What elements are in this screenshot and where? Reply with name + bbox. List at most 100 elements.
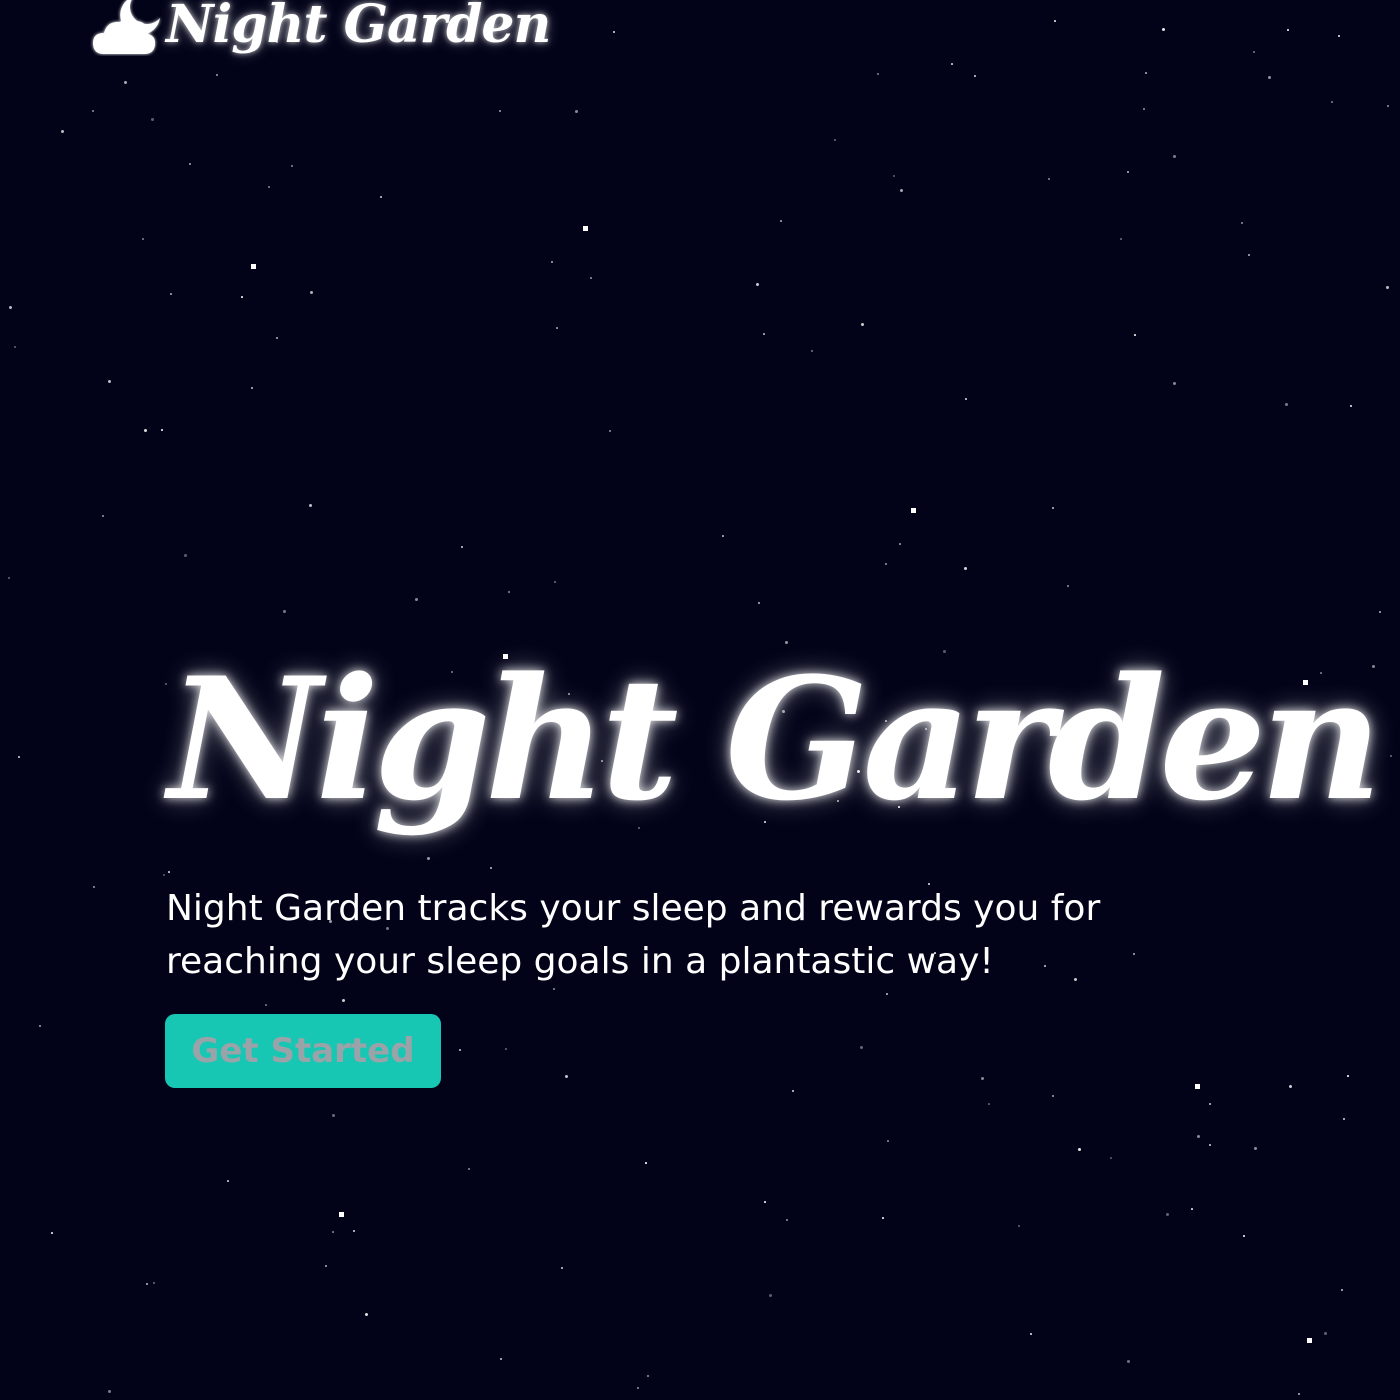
star: [1243, 1235, 1245, 1237]
brand-logo[interactable]: Night Garden: [90, 0, 551, 56]
star: [490, 867, 492, 869]
star: [1054, 20, 1056, 22]
landing-page: Night Garden Night Garden Night Garden t…: [0, 0, 1400, 1400]
star: [1298, 1393, 1300, 1395]
star: [556, 327, 558, 329]
star: [380, 196, 382, 198]
star: [637, 1387, 639, 1389]
star: [1285, 403, 1288, 406]
star: [124, 81, 127, 84]
star: [283, 610, 286, 613]
star: [877, 73, 879, 75]
star: [339, 1212, 344, 1217]
star: [722, 535, 724, 537]
star: [886, 993, 888, 995]
star: [1379, 611, 1381, 613]
star: [861, 323, 864, 326]
star: [342, 999, 345, 1002]
star: [885, 563, 887, 565]
star: [309, 504, 312, 507]
star: [165, 683, 167, 685]
star: [1162, 28, 1165, 31]
star: [459, 1049, 461, 1051]
star: [168, 871, 170, 873]
star: [1120, 238, 1122, 240]
star: [786, 1219, 788, 1221]
star: [1241, 222, 1243, 224]
star: [551, 261, 553, 263]
star: [108, 1390, 111, 1393]
star: [365, 1313, 368, 1316]
star: [769, 1294, 772, 1297]
star: [882, 1217, 884, 1219]
star: [899, 543, 901, 545]
hero-description: Night Garden tracks your sleep and rewar…: [166, 888, 1101, 982]
star: [860, 1046, 863, 1049]
star: [1110, 1157, 1112, 1159]
star: [189, 163, 191, 165]
star: [39, 1025, 41, 1027]
star: [1030, 1333, 1032, 1335]
star: [1067, 585, 1069, 587]
star: [1018, 1225, 1020, 1227]
star: [647, 1375, 649, 1377]
star: [8, 577, 10, 579]
star: [276, 337, 278, 339]
star: [241, 296, 243, 298]
star: [268, 186, 270, 188]
hero-title: Night Garden: [168, 640, 1382, 838]
star: [184, 554, 187, 557]
star: [1191, 1208, 1193, 1210]
star: [427, 857, 430, 860]
star: [325, 1265, 327, 1267]
star: [1254, 1147, 1257, 1150]
star: [1127, 1360, 1130, 1363]
star: [1287, 29, 1289, 31]
star: [93, 886, 95, 888]
star: [758, 602, 760, 604]
star: [613, 31, 615, 33]
star: [951, 63, 953, 65]
star: [964, 567, 967, 570]
star: [468, 1168, 470, 1170]
star: [764, 1201, 766, 1203]
star: [1209, 1144, 1211, 1146]
star: [108, 380, 111, 383]
star: [1331, 101, 1333, 103]
star: [415, 598, 418, 601]
star: [1390, 755, 1392, 757]
star: [332, 1114, 335, 1117]
star: [1347, 1075, 1349, 1077]
star: [590, 277, 592, 279]
star: [1197, 1135, 1200, 1138]
star: [227, 1180, 229, 1182]
star: [51, 1232, 53, 1234]
star: [251, 387, 253, 389]
star: [1248, 254, 1250, 256]
star: [1253, 51, 1255, 53]
star: [981, 1077, 984, 1080]
star: [1145, 72, 1147, 74]
star: [900, 189, 903, 192]
star: [146, 1283, 148, 1285]
star: [609, 430, 611, 432]
star: [1078, 1148, 1081, 1151]
star: [756, 283, 759, 286]
star: [499, 110, 501, 112]
star: [565, 1075, 568, 1078]
star: [1387, 105, 1389, 107]
get-started-button[interactable]: Get Started: [165, 1014, 441, 1088]
star: [151, 118, 154, 121]
star: [500, 1358, 502, 1360]
star: [792, 1090, 794, 1092]
star: [974, 75, 976, 77]
star: [92, 110, 94, 112]
star: [911, 508, 916, 513]
star: [153, 1282, 155, 1284]
star: [1173, 382, 1176, 385]
star: [1048, 178, 1050, 180]
star: [834, 139, 836, 141]
star: [893, 175, 895, 177]
star: [1350, 405, 1352, 407]
star: [161, 429, 163, 431]
